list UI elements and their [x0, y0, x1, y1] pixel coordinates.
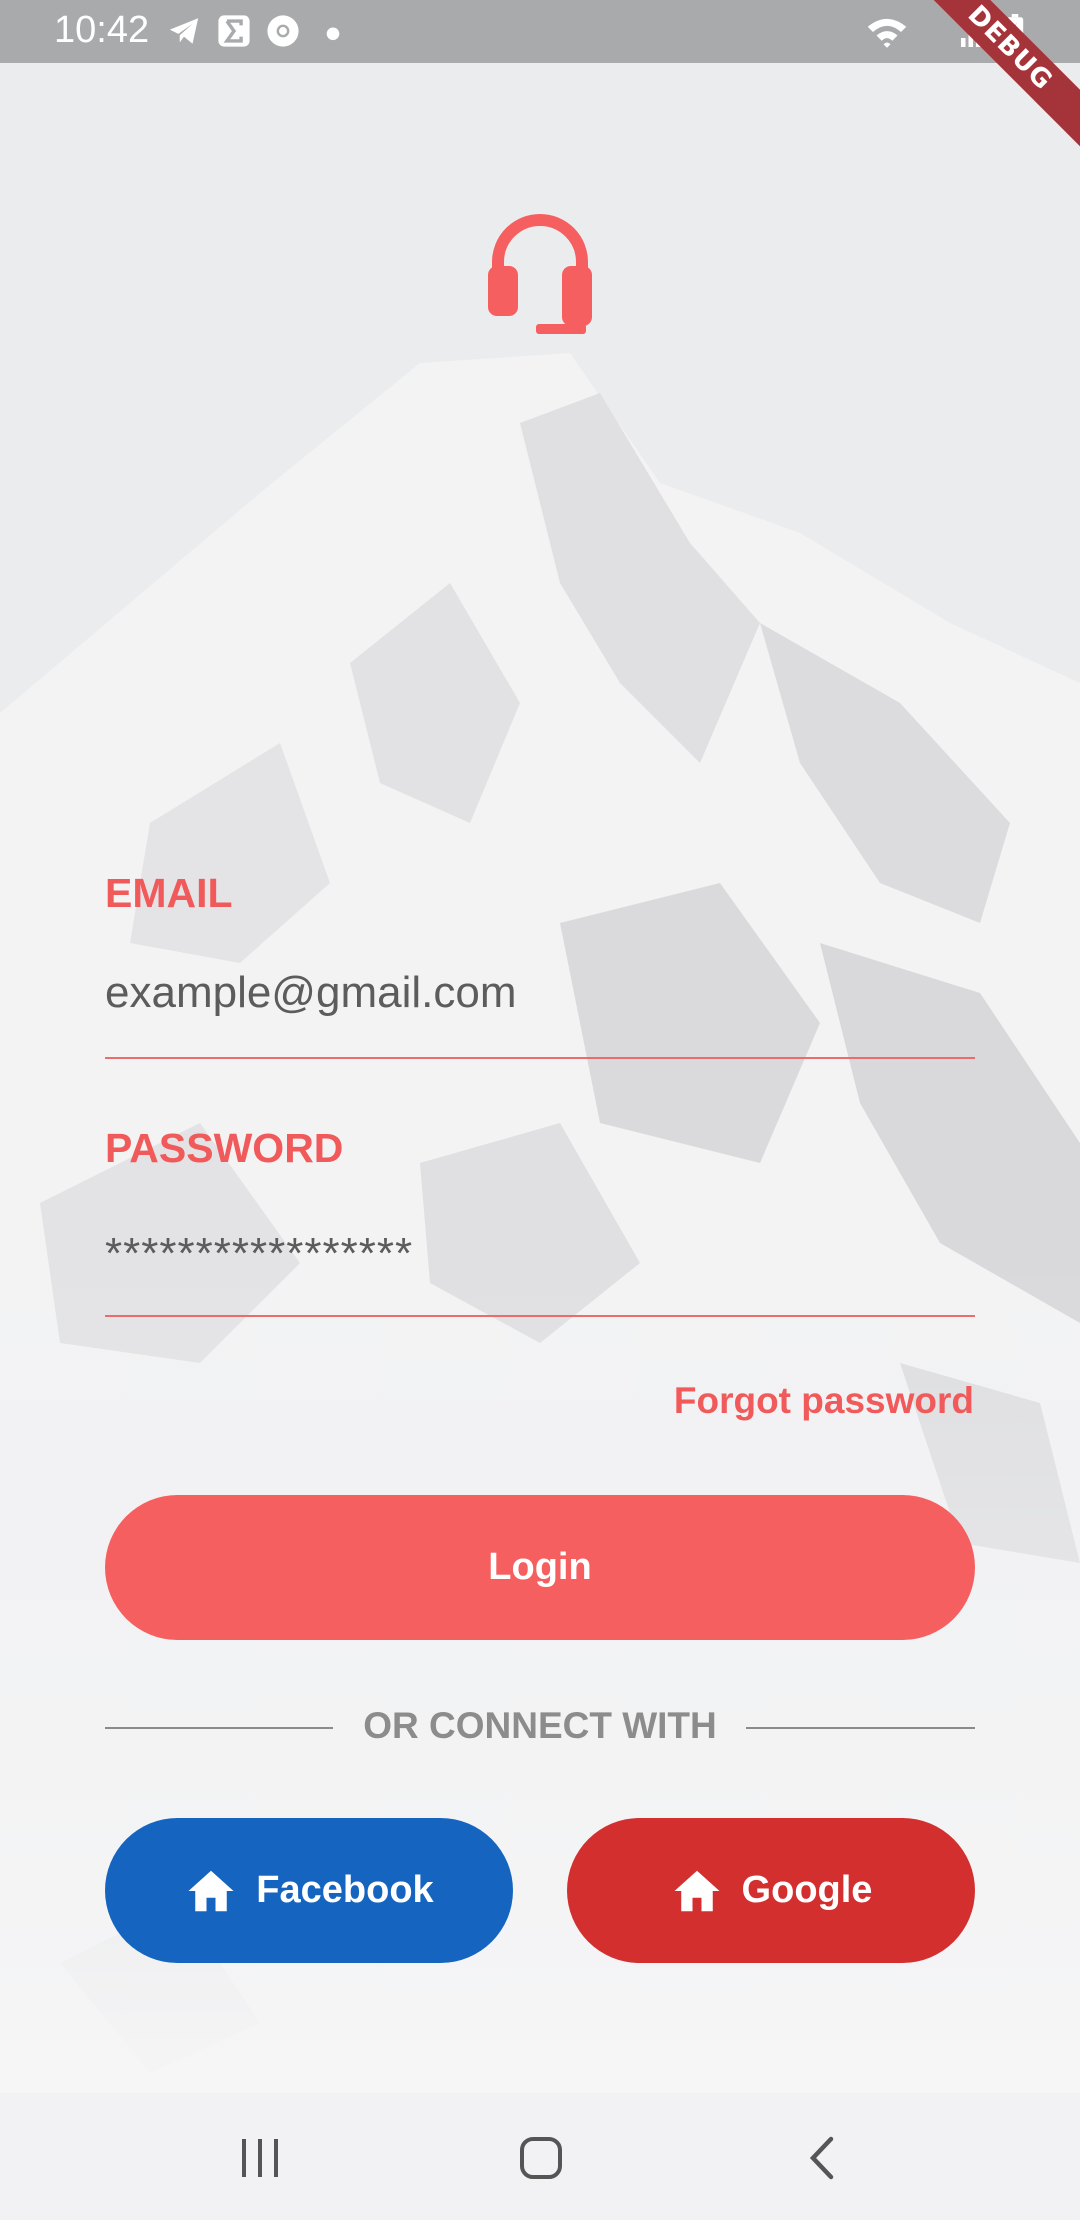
email-value: example@gmail.com	[105, 968, 517, 1017]
sigma-icon	[218, 15, 250, 47]
facebook-label: Facebook	[256, 1869, 434, 1911]
back-icon[interactable]	[783, 2123, 863, 2193]
divider-right-line	[746, 1727, 975, 1729]
email-label: EMAIL	[105, 870, 233, 916]
password-field[interactable]: *****************	[105, 1215, 975, 1317]
recent-apps-icon[interactable]	[220, 2123, 300, 2193]
wifi-icon	[867, 18, 907, 48]
navigation-bar	[0, 2093, 1080, 2220]
chrome-icon	[267, 15, 299, 47]
home-icon[interactable]	[501, 2123, 581, 2193]
headset-logo-icon	[488, 214, 592, 334]
background-mountain-image	[0, 63, 1080, 2093]
login-button[interactable]: Login	[105, 1495, 975, 1640]
status-bar: 10:42 DEBUG	[0, 0, 1080, 155]
telegram-icon	[169, 18, 199, 44]
home-icon	[674, 1870, 720, 1911]
forgot-password-link[interactable]: Forgot password	[674, 1380, 974, 1422]
or-connect-with-text: OR CONNECT WITH	[363, 1705, 717, 1746]
status-time: 10:42	[54, 9, 150, 51]
dot-icon	[326, 27, 340, 41]
google-button[interactable]: Google	[567, 1818, 975, 1963]
email-field[interactable]: example@gmail.com	[105, 960, 975, 1059]
facebook-button[interactable]: Facebook	[105, 1818, 513, 1963]
google-label: Google	[741, 1869, 873, 1911]
home-icon	[188, 1870, 234, 1911]
password-label: PASSWORD	[105, 1125, 344, 1171]
password-value: *****************	[105, 1229, 414, 1278]
